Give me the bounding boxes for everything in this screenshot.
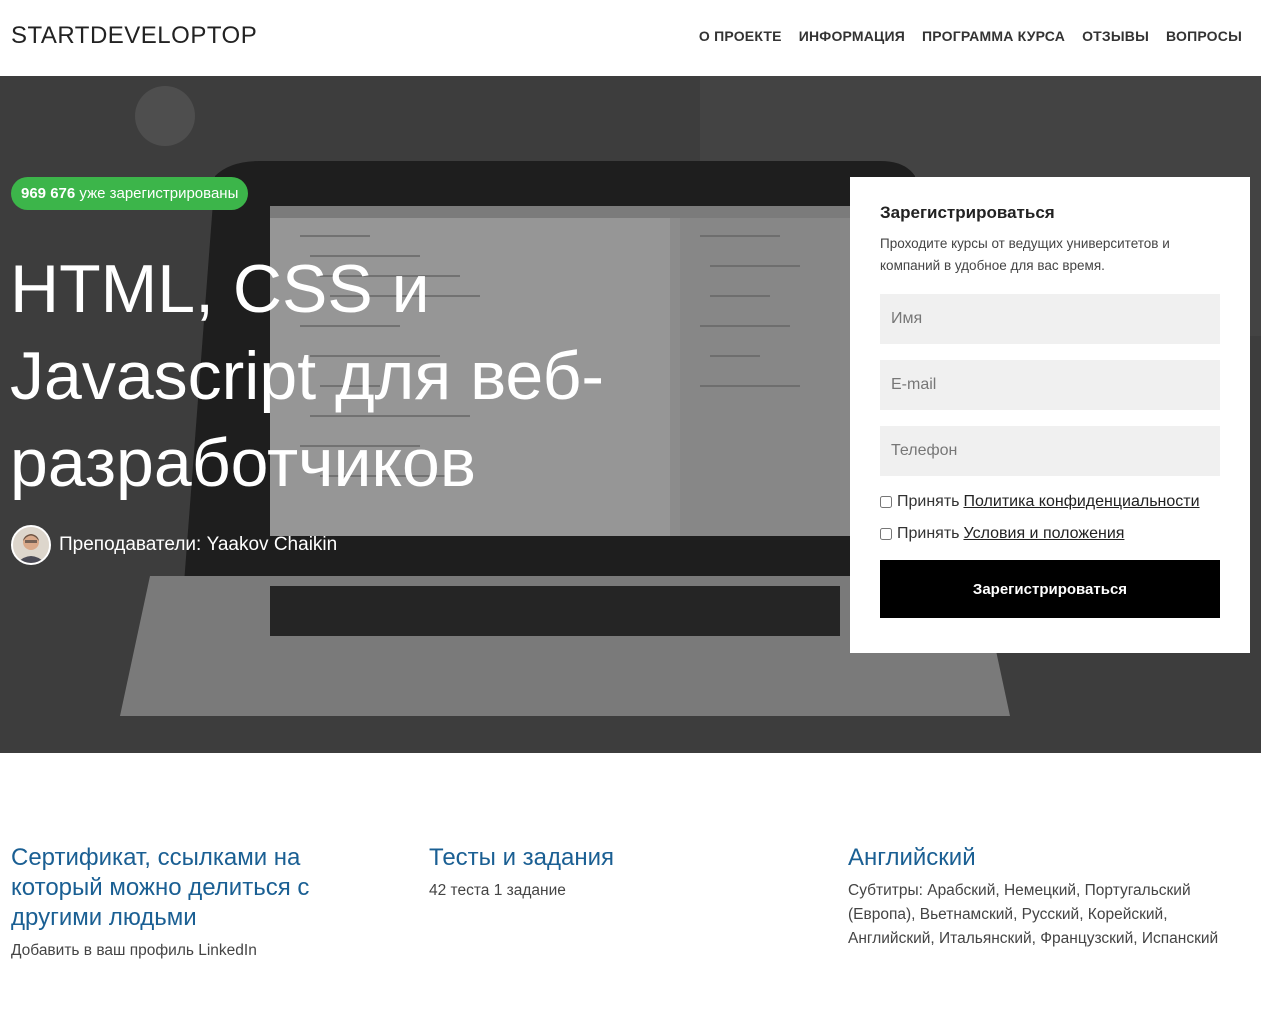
nav-info[interactable]: ИНФОРМАЦИЯ <box>799 28 905 44</box>
registration-form: Зарегистрироваться Проходите курсы от ве… <box>850 177 1250 653</box>
name-field[interactable] <box>880 294 1220 344</box>
feature-language: Английский Субтитры: Арабский, Немецкий,… <box>848 843 1248 951</box>
privacy-policy-link[interactable]: Политика конфиденциальности <box>964 493 1200 511</box>
main-nav: О ПРОЕКТЕ ИНФОРМАЦИЯ ПРОГРАММА КУРСА ОТЗ… <box>699 28 1242 44</box>
terms-accept-label: Принять <box>897 524 960 542</box>
registered-count: 969 676 <box>21 185 76 202</box>
course-title: HTML, CSS и Javascript для веб-разработч… <box>10 251 605 501</box>
terms-checkbox[interactable] <box>880 527 892 540</box>
teacher-avatar <box>11 525 51 565</box>
registered-count-badge: 969 676 уже зарегистрированы <box>11 177 249 210</box>
feature-text: 42 теста 1 задание <box>429 882 566 899</box>
feature-tests: Тесты и задания 42 теста 1 задание <box>429 843 809 903</box>
phone-field[interactable] <box>880 426 1220 476</box>
terms-link[interactable]: Условия и положения <box>964 525 1125 543</box>
teacher-info: Преподаватели: Yaakov Chaikin <box>11 525 337 565</box>
feature-title: Тесты и задания <box>429 844 615 871</box>
nav-program[interactable]: ПРОГРАММА КУРСА <box>922 28 1065 44</box>
email-field[interactable] <box>880 360 1220 410</box>
feature-text: Добавить в ваш профиль LinkedIn <box>11 942 257 959</box>
privacy-checkbox[interactable] <box>880 495 892 508</box>
features-section: Сертификат, ссылками на который можно де… <box>0 753 1261 1021</box>
form-description: Проходите курсы от ведущих университетов… <box>880 236 1170 273</box>
registered-label: уже зарегистрированы <box>79 185 239 202</box>
feature-title: Сертификат, ссылками на который можно де… <box>11 844 310 931</box>
site-header: STARTDEVELOPTOP О ПРОЕКТЕ ИНФОРМАЦИЯ ПРО… <box>0 0 1261 76</box>
hero-section: 969 676 уже зарегистрированы HTML, CSS и… <box>0 76 1261 753</box>
site-logo[interactable]: STARTDEVELOPTOP <box>11 22 257 50</box>
feature-title: Английский <box>848 844 976 871</box>
form-title: Зарегистрироваться <box>880 203 1055 222</box>
privacy-consent-row: Принять Политика конфиденциальности <box>880 492 1220 511</box>
privacy-accept-label: Принять <box>897 492 960 510</box>
nav-reviews[interactable]: ОТЗЫВЫ <box>1082 28 1149 44</box>
teacher-label: Преподаватели: Yaakov Chaikin <box>59 534 338 555</box>
feature-text: Субтитры: Арабский, Немецкий, Португальс… <box>848 882 1219 947</box>
feature-certificate: Сертификат, ссылками на который можно де… <box>11 843 371 963</box>
nav-faq[interactable]: ВОПРОСЫ <box>1166 28 1242 44</box>
terms-consent-row: Принять Условия и положения <box>880 524 1220 543</box>
register-button[interactable]: Зарегистрироваться <box>880 560 1220 618</box>
nav-about[interactable]: О ПРОЕКТЕ <box>699 28 782 44</box>
